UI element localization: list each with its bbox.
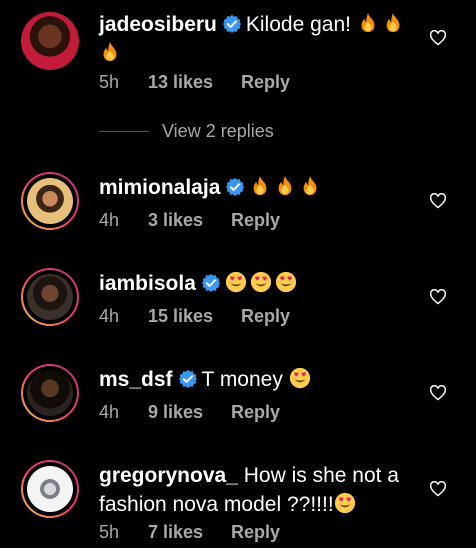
fire-emoji-icon bbox=[274, 175, 296, 197]
comment-body: mimionalaja bbox=[99, 173, 419, 202]
reply-button[interactable]: Reply bbox=[231, 210, 280, 231]
fire-emoji-icon bbox=[299, 175, 321, 197]
likes-count[interactable]: 3 likes bbox=[148, 210, 231, 231]
username[interactable]: gregorynova_ bbox=[99, 464, 238, 487]
like-heart-icon[interactable] bbox=[429, 30, 447, 46]
like-heart-icon[interactable] bbox=[429, 289, 447, 305]
heart-eyes-emoji-icon bbox=[289, 367, 311, 389]
username[interactable]: iambisola bbox=[99, 272, 196, 295]
verified-badge-icon bbox=[178, 369, 198, 389]
verified-badge-icon bbox=[201, 273, 221, 293]
heart-eyes-emoji-icon bbox=[225, 271, 247, 293]
timestamp: 5h bbox=[99, 72, 120, 92]
reply-button[interactable]: Reply bbox=[241, 306, 290, 327]
comment-meta: 4h 9 likes Reply bbox=[99, 402, 280, 423]
comment-meta: 5h 13 likes Reply bbox=[99, 72, 290, 93]
like-heart-icon[interactable] bbox=[429, 193, 447, 209]
comment-meta: 4h 3 likes Reply bbox=[99, 210, 280, 231]
comment-text: T money bbox=[201, 368, 283, 391]
fire-emoji-icon bbox=[382, 12, 404, 34]
comment-body: gregorynova_ How is she not a fashion no… bbox=[99, 461, 399, 519]
avatar[interactable] bbox=[21, 268, 79, 326]
reply-button[interactable]: Reply bbox=[241, 72, 290, 93]
heart-eyes-emoji-icon bbox=[250, 271, 272, 293]
like-heart-icon[interactable] bbox=[429, 385, 447, 401]
fire-emoji-icon bbox=[357, 12, 379, 34]
comment-body: iambisola bbox=[99, 269, 419, 298]
username[interactable]: ms_dsf bbox=[99, 368, 173, 391]
view-replies-label[interactable]: View 2 replies bbox=[162, 121, 274, 142]
avatar[interactable] bbox=[21, 172, 79, 230]
likes-count[interactable]: 15 likes bbox=[148, 306, 241, 327]
timestamp: 4h bbox=[99, 402, 120, 422]
heart-eyes-emoji-icon bbox=[334, 492, 356, 514]
heart-eyes-emoji-icon bbox=[275, 271, 297, 293]
avatar[interactable] bbox=[21, 364, 79, 422]
fire-emoji-icon bbox=[99, 41, 121, 63]
verified-badge-icon bbox=[222, 14, 242, 34]
fire-emoji-icon bbox=[249, 175, 271, 197]
divider-line bbox=[99, 131, 149, 132]
timestamp: 5h bbox=[99, 522, 120, 542]
avatar[interactable] bbox=[21, 460, 79, 518]
likes-count[interactable]: 9 likes bbox=[148, 402, 231, 423]
timestamp: 4h bbox=[99, 210, 120, 230]
comment-meta: 4h 15 likes Reply bbox=[99, 306, 290, 327]
like-heart-icon[interactable] bbox=[429, 481, 447, 497]
reply-button[interactable]: Reply bbox=[231, 522, 280, 543]
username[interactable]: jadeosiberu bbox=[99, 13, 217, 36]
likes-count[interactable]: 13 likes bbox=[148, 72, 241, 93]
timestamp: 4h bbox=[99, 306, 120, 326]
comment-body: jadeosiberu Kilode gan! bbox=[99, 10, 419, 68]
comment-body: ms_dsf T money bbox=[99, 365, 419, 394]
username[interactable]: mimionalaja bbox=[99, 176, 220, 199]
avatar[interactable] bbox=[21, 12, 79, 70]
verified-badge-icon bbox=[225, 177, 245, 197]
comment-text: Kilode gan! bbox=[245, 13, 351, 36]
likes-count[interactable]: 7 likes bbox=[148, 522, 231, 543]
reply-button[interactable]: Reply bbox=[231, 402, 280, 423]
comment-meta: 5h 7 likes Reply bbox=[99, 522, 280, 543]
